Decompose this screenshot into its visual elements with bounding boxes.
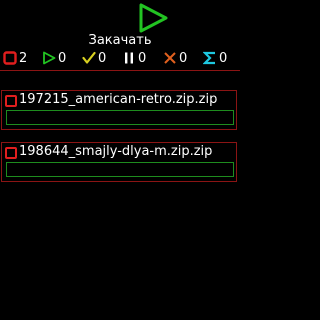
download-item[interactable]: 197215_american-retro.zip.zip — [1, 90, 237, 130]
status-summary-bar: 2 0 0 0 0 0 — [0, 50, 240, 68]
item-select-checkbox[interactable] — [5, 95, 17, 107]
orange-x-icon — [164, 52, 176, 64]
download-filename: 198644_smajly-dlya-m.zip.zip — [19, 144, 213, 159]
white-pause-icon — [125, 52, 133, 64]
download-label: Закачать — [88, 33, 152, 48]
download-play-button[interactable] — [137, 2, 169, 34]
red-square-icon — [3, 51, 17, 65]
download-filename: 197215_american-retro.zip.zip — [19, 92, 218, 107]
stat-done-count: 0 — [98, 51, 107, 66]
download-progress-bar — [6, 162, 234, 177]
stat-error-count: 0 — [179, 51, 188, 66]
download-item[interactable]: 198644_smajly-dlya-m.zip.zip — [1, 142, 237, 182]
cyan-sigma-icon — [203, 51, 215, 65]
stat-total-count: 0 — [219, 51, 228, 66]
header-divider — [0, 70, 240, 71]
item-select-checkbox[interactable] — [5, 147, 17, 159]
stat-active-count: 0 — [58, 51, 67, 66]
stat-paused-count: 0 — [138, 51, 147, 66]
stat-selected-count: 2 — [19, 51, 28, 66]
yellow-check-icon — [82, 51, 96, 64]
green-play-icon — [43, 51, 56, 65]
download-progress-bar — [6, 110, 234, 125]
play-triangle-icon — [139, 3, 168, 33]
